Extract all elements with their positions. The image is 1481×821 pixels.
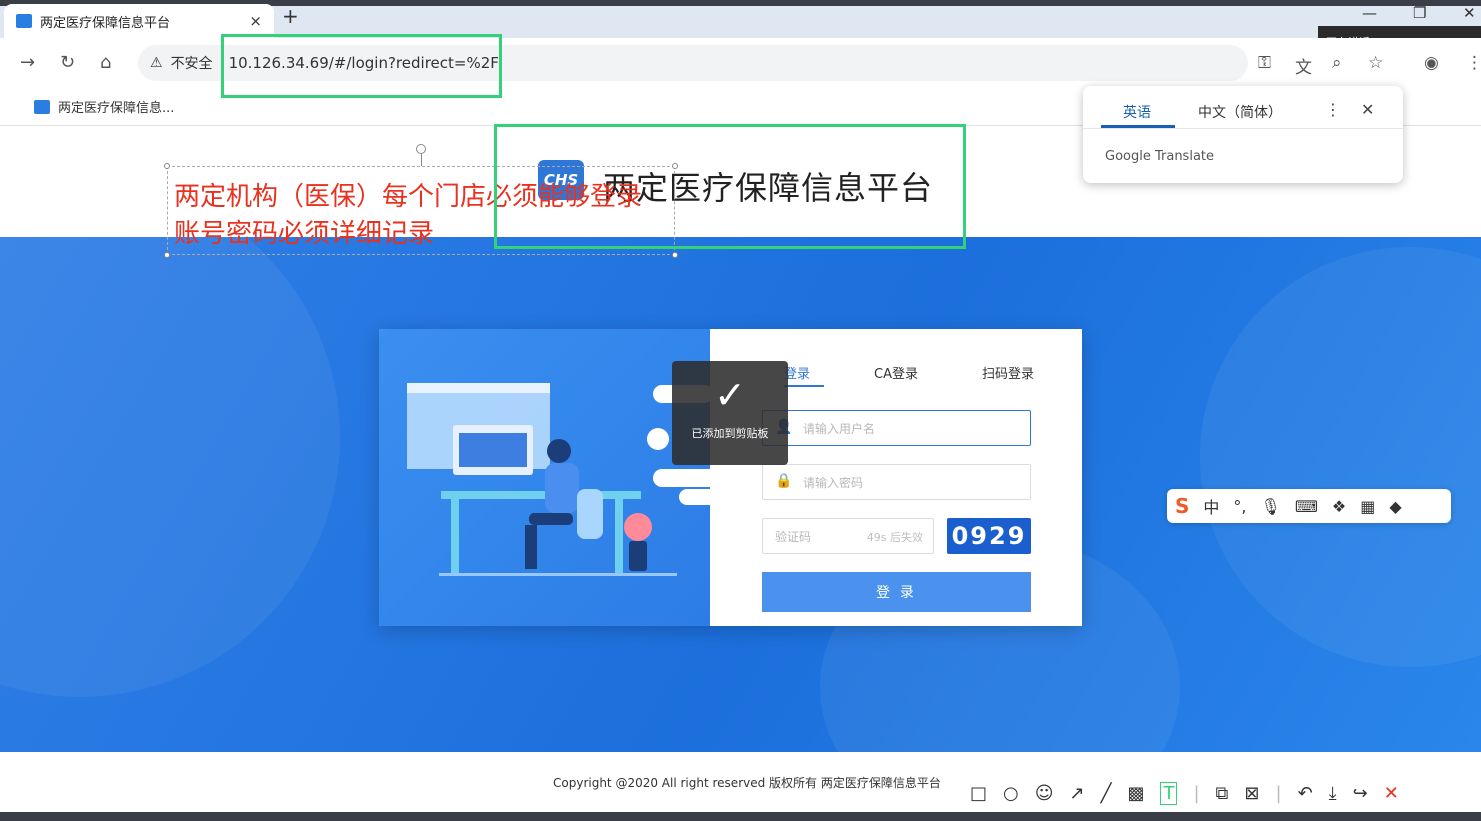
captcha-image[interactable]: 0929 — [947, 518, 1031, 554]
google-translate-brand: Google Translate — [1105, 149, 1215, 164]
checkmark-icon: ✓ — [714, 373, 746, 417]
keyboard-icon[interactable]: ⌨ — [1295, 497, 1318, 516]
username-input[interactable]: 👤 请输入用户名 — [762, 410, 1031, 446]
arrow-tool-icon[interactable]: ↗ — [1070, 783, 1085, 804]
profile-icon[interactable]: ◉ — [1424, 53, 1439, 73]
rotate-handle[interactable] — [416, 144, 426, 154]
tab-title: 两定医疗保障信息平台 — [40, 15, 171, 31]
microphone-icon[interactable]: 🎙 — [1261, 497, 1281, 516]
tab-qr-login[interactable]: 扫码登录 — [982, 363, 1034, 382]
url-highlight-frame — [221, 34, 502, 98]
login-button[interactable]: 登 录 — [762, 572, 1031, 612]
password-input[interactable]: 🔒 请输入密码 — [762, 464, 1031, 500]
translate-close-icon[interactable]: ✕ — [1361, 100, 1374, 119]
mosaic-tool-icon[interactable]: ▩ — [1127, 783, 1144, 804]
warning-icon[interactable]: ⚠ — [150, 55, 163, 71]
screenshot-toolbar: □ ○ ☺ ↗ ╱ ▩ T | ⧉ ⊠ | ↶ ⤓ ↪ ✕ — [970, 778, 1399, 808]
bookmark-star-icon[interactable]: ☆ — [1368, 53, 1383, 73]
password-placeholder: 请输入密码 — [803, 475, 864, 490]
security-label[interactable]: 不安全 — [171, 53, 213, 73]
ellipse-tool-icon[interactable]: ○ — [1003, 783, 1019, 804]
google-translate-popup: 英语 中文（简体） ⋮ ✕ Google Translate — [1083, 86, 1403, 183]
reload-icon[interactable]: ↻ — [60, 52, 75, 73]
bg-shape — [1200, 247, 1481, 667]
password-key-icon[interactable]: ⚿ — [1258, 53, 1271, 73]
punctuation-icon[interactable]: °, — [1233, 497, 1246, 516]
pin-tool-icon[interactable]: ⧉ — [1216, 783, 1229, 804]
toolbar-separator: | — [1193, 782, 1200, 804]
copyright-text: Copyright @2020 All right reserved 版权所有 … — [553, 776, 941, 790]
bookmark-item[interactable]: 两定医疗保障信息... — [58, 97, 174, 116]
toast-message: 已添加到剪贴板 — [691, 427, 769, 440]
rectangle-tool-icon[interactable]: □ — [970, 783, 987, 804]
text-tool-icon[interactable]: T — [1160, 781, 1178, 805]
translate-lang-chinese[interactable]: 中文（简体） — [1198, 102, 1282, 122]
captcha-input[interactable]: 验证码 49s 后失效 — [762, 518, 934, 554]
toolbar-separator: | — [1275, 782, 1282, 804]
restore-icon[interactable]: ❐ — [1413, 4, 1426, 22]
home-icon[interactable]: ⌂ — [100, 52, 111, 73]
ime-toolbar: S 中 °, 🎙 ⌨ ❖ ▦ ◆ — [1167, 489, 1451, 523]
forward-icon[interactable]: → — [20, 52, 35, 73]
minimize-icon[interactable]: — — [1362, 4, 1377, 22]
ime-mode-toggle[interactable]: 中 — [1203, 494, 1219, 518]
cancel-screenshot-icon[interactable]: ✕ — [1384, 783, 1399, 804]
share-icon[interactable]: ↪ — [1353, 783, 1368, 804]
bg-shape — [0, 237, 340, 697]
office-worker-illustration — [407, 383, 710, 576]
captcha-placeholder: 验证码 — [775, 529, 812, 544]
login-illustration — [379, 329, 710, 626]
username-placeholder: 请输入用户名 — [803, 421, 876, 436]
ime-mascot-icon[interactable]: ◆ — [1389, 497, 1401, 516]
resize-handle[interactable] — [164, 163, 170, 169]
site-favicon-icon — [16, 14, 32, 28]
zoom-icon[interactable]: ⌕ — [1332, 53, 1342, 73]
resize-handle[interactable] — [672, 252, 678, 258]
skin-icon[interactable]: ❖ — [1332, 497, 1346, 516]
lock-icon: 🔒 — [775, 473, 793, 489]
rotate-handle-stem — [421, 154, 422, 166]
undo-icon[interactable]: ↶ — [1298, 783, 1313, 804]
download-icon[interactable]: ⤓ — [1329, 783, 1337, 804]
tab-close-icon[interactable]: × — [249, 12, 262, 30]
translate-more-icon[interactable]: ⋮ — [1325, 100, 1341, 119]
translate-lang-english[interactable]: 英语 — [1123, 102, 1151, 122]
title-highlight-frame — [494, 124, 966, 249]
translate-divider — [1083, 128, 1403, 129]
browser-tab[interactable]: 两定医疗保障信息平台 × — [4, 4, 274, 38]
ocr-tool-icon[interactable]: ⊠ — [1244, 783, 1259, 804]
clipboard-toast: ✓ 已添加到剪贴板 — [672, 361, 788, 465]
taskbar-strip — [0, 812, 1481, 821]
emoji-tool-icon[interactable]: ☺ — [1035, 783, 1054, 804]
tab-ca-login[interactable]: CA登录 — [874, 363, 918, 382]
active-tab-indicator — [784, 385, 824, 387]
menu-icon[interactable]: ⋮ — [1466, 53, 1481, 73]
annotation-text-line2[interactable]: 账号密码必须详细记录 — [174, 213, 434, 250]
resize-handle[interactable] — [164, 252, 170, 258]
browser-titlebar: 两定医疗保障信息平台 × + — ❐ ✕ — [0, 0, 1481, 38]
sogou-logo-icon[interactable]: S — [1175, 494, 1189, 518]
bookmark-favicon-icon — [34, 99, 50, 114]
captcha-timer: 49s 后失效 — [866, 531, 923, 544]
translate-icon[interactable]: 文 — [1295, 53, 1312, 78]
window-close-icon[interactable]: ✕ — [1463, 4, 1476, 22]
line-tool-icon[interactable]: ╱ — [1101, 783, 1112, 804]
toolbox-grid-icon[interactable]: ▦ — [1360, 497, 1375, 516]
new-tab-button[interactable]: + — [282, 4, 299, 28]
